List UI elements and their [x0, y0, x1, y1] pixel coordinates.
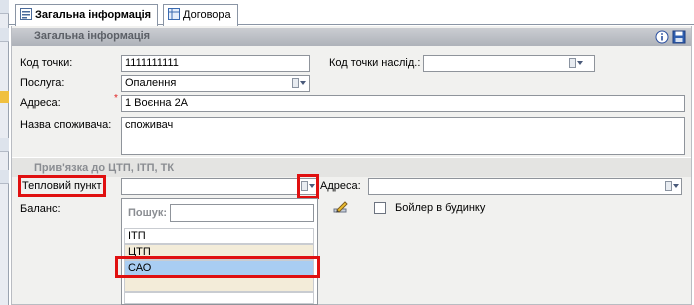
tab-general-info-label: Загальна інформація — [35, 9, 152, 21]
service-value: Опалення — [125, 77, 177, 89]
background-tab — [0, 170, 9, 184]
required-marker: * — [114, 93, 118, 104]
list-item-itp[interactable]: ІТП — [124, 228, 314, 244]
edit-icon[interactable] — [333, 200, 349, 214]
heat-point-select[interactable] — [121, 178, 318, 195]
general-section-title: Загальна інформація — [34, 30, 151, 42]
heat-point-label-highlight — [18, 175, 106, 197]
table-icon — [168, 8, 180, 20]
code-label: Код точки: — [20, 57, 73, 69]
address-label: Адреса: — [20, 97, 61, 109]
list-item-empty[interactable] — [124, 292, 314, 304]
dropdown-arrow-icon[interactable] — [665, 181, 679, 192]
background-selected-item — [0, 91, 9, 103]
next-code-select[interactable] — [423, 55, 595, 72]
background-window-strip — [0, 0, 9, 305]
dropdown-arrow-icon[interactable] — [569, 58, 583, 69]
info-icon[interactable] — [655, 30, 669, 44]
tab-bar: Загальна інформація Договора — [9, 0, 694, 26]
form-icon — [20, 8, 32, 20]
background-tab — [0, 28, 9, 42]
background-tab — [0, 0, 9, 14]
service-label: Послуга: — [20, 77, 65, 89]
search-label: Пошук: — [128, 207, 168, 219]
list-item-empty[interactable] — [124, 276, 314, 292]
service-select[interactable]: Опалення — [121, 75, 310, 92]
code-input[interactable]: 1111111111 — [121, 55, 310, 72]
general-info-panel: Загальна інформація Код точки: 111111111… — [11, 26, 692, 305]
dropdown-arrow-highlight — [297, 174, 319, 199]
dropdown-arrow-icon[interactable] — [292, 78, 306, 89]
address-input[interactable]: 1 Воєнна 2А — [121, 95, 685, 112]
tab-general-info[interactable]: Загальна інформація — [15, 4, 159, 26]
boiler-label: Бойлер в будинку — [395, 202, 486, 214]
dropdown-search-input[interactable] — [170, 204, 314, 222]
selected-option-highlight — [115, 256, 320, 278]
consumer-label: Назва споживача: — [20, 119, 112, 131]
next-code-label: Код точки наслід.: — [329, 57, 421, 69]
binding-section-title: Прив'язка до ЦТП, ІТП, ТК — [34, 162, 175, 174]
boiler-checkbox[interactable] — [374, 202, 386, 214]
consumer-textarea[interactable]: споживач — [121, 117, 685, 155]
background-tab — [0, 138, 9, 152]
general-section-header: Загальна інформація — [12, 28, 691, 46]
balance-label: Баланс: — [20, 203, 61, 215]
binding-address-label: Адреса: — [320, 180, 361, 192]
binding-section-header: Прив'язка до ЦТП, ІТП, ТК — [12, 157, 691, 177]
heat-point-dropdown: Пошук: ІТП ЦТП САО — [121, 198, 318, 305]
tab-contracts-label: Договора — [183, 9, 231, 21]
tab-contracts[interactable]: Договора — [163, 4, 238, 26]
binding-address-select[interactable] — [368, 178, 682, 195]
save-icon[interactable] — [672, 30, 686, 44]
